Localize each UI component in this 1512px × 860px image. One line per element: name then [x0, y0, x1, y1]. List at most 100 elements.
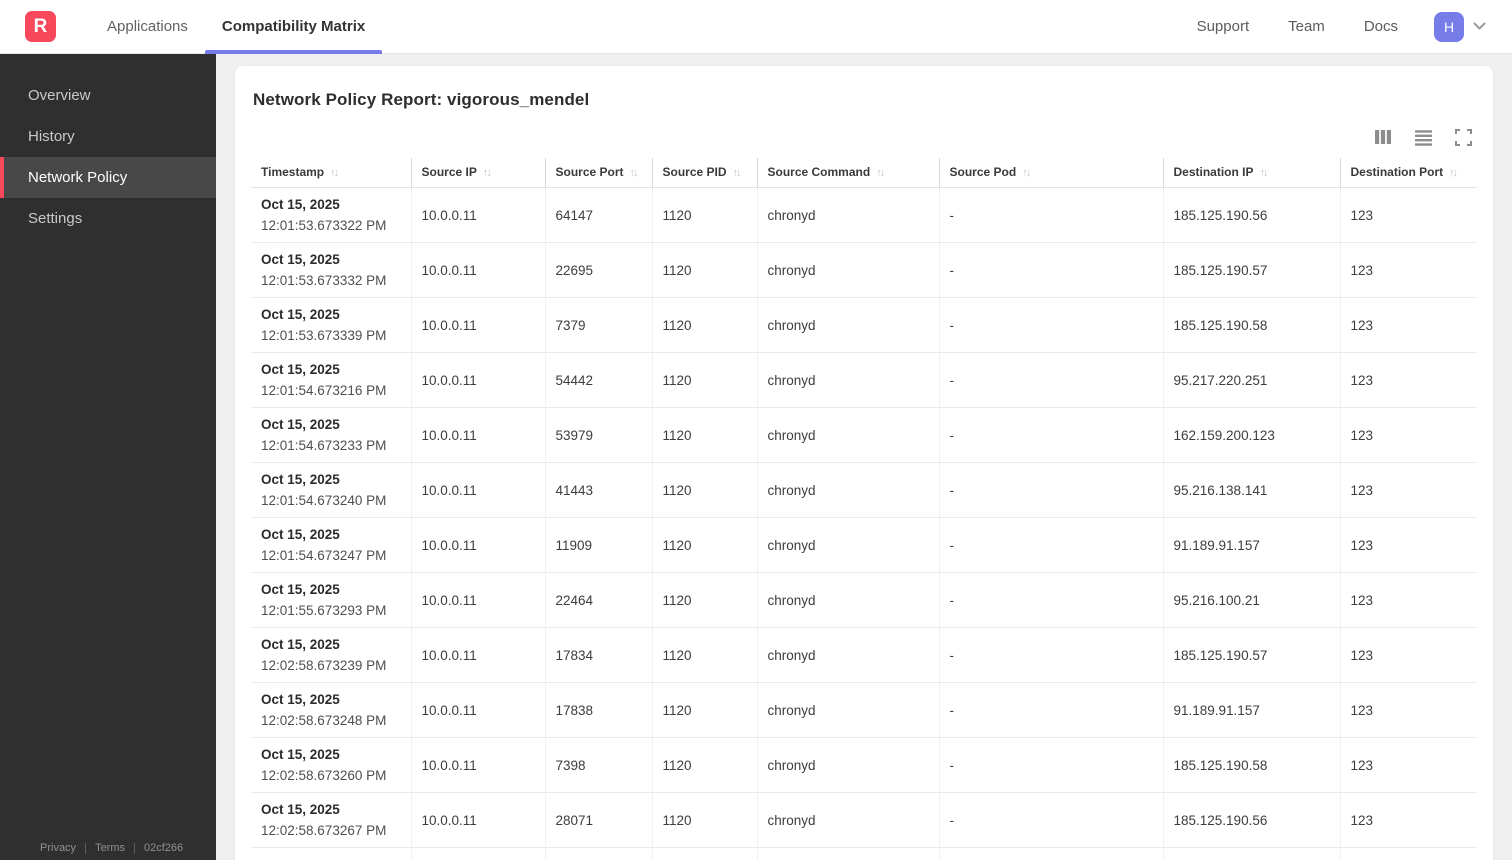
- fullscreen-icon[interactable]: [1455, 128, 1472, 146]
- cell-source-ip: 10.0.0.11: [410, 242, 545, 298]
- column-header-destination-ip[interactable]: Destination IP ↑↓: [1162, 158, 1340, 188]
- cell-source-port: 53979: [544, 407, 652, 463]
- sort-icon[interactable]: ↑↓: [876, 167, 885, 179]
- cell-timestamp: Oct 15, 2025 12:02:58.673260 PM: [251, 737, 411, 793]
- cell-destination-port: 123: [1339, 187, 1477, 243]
- privacy-link[interactable]: Privacy: [40, 842, 76, 854]
- cell-destination-port: 123: [1339, 627, 1477, 683]
- cell-source-ip: [410, 847, 545, 860]
- sort-icon[interactable]: ↑↓: [1260, 167, 1269, 179]
- cell-source-ip: 10.0.0.11: [410, 352, 545, 408]
- cell-source-pid: 1120: [651, 462, 757, 518]
- sidebar-item-settings[interactable]: Settings: [0, 198, 216, 239]
- cell-source-pod: [938, 847, 1163, 860]
- sort-icon[interactable]: ↑↓: [1449, 167, 1458, 179]
- cell-source-pod: -: [938, 517, 1163, 573]
- cell-source-command: chronyd: [756, 407, 939, 463]
- cell-source-ip: 10.0.0.11: [410, 627, 545, 683]
- timestamp-time: 12:02:58.673248 PM: [261, 713, 387, 728]
- sort-icon[interactable]: ↑↓: [733, 167, 742, 179]
- table-row: Oct 15, 2025 12:02:58.673239 PM 10.0.0.1…: [251, 627, 1477, 683]
- timestamp-date: Oct 15, 2025: [261, 362, 340, 377]
- app-logo[interactable]: R: [25, 11, 56, 42]
- timestamp-time: 12:01:55.673293 PM: [261, 603, 387, 618]
- sidebar-item-history[interactable]: History: [0, 116, 216, 157]
- timestamp-time: 12:01:54.673247 PM: [261, 548, 387, 563]
- cell-source-ip: 10.0.0.11: [410, 572, 545, 628]
- cell-source-command: chronyd: [756, 737, 939, 793]
- cell-destination-ip: 91.189.91.157: [1162, 682, 1340, 738]
- cell-source-port: 17834: [544, 627, 652, 683]
- cell-destination-port: 123: [1339, 297, 1477, 353]
- cell-destination-port: 123: [1339, 242, 1477, 298]
- table-row: Oct 15, 2025 12:01:54.673247 PM 10.0.0.1…: [251, 517, 1477, 573]
- support-link[interactable]: Support: [1197, 18, 1250, 35]
- cell-source-port: 7398: [544, 737, 652, 793]
- cell-source-pid: 1120: [651, 572, 757, 628]
- docs-link[interactable]: Docs: [1364, 18, 1398, 35]
- cell-source-command: chronyd: [756, 297, 939, 353]
- column-header-source-pid[interactable]: Source PID ↑↓: [651, 158, 757, 188]
- chevron-down-icon[interactable]: [1471, 18, 1488, 35]
- cell-timestamp: Oct 15, 2025 12:01:55.673293 PM: [251, 572, 411, 628]
- sidebar-item-overview[interactable]: Overview: [0, 75, 216, 116]
- table-row: Oct 15, 2025 12:02:58.673267 PM 10.0.0.1…: [251, 792, 1477, 848]
- column-header-timestamp[interactable]: Timestamp ↑↓: [251, 158, 411, 188]
- column-header-source-pod[interactable]: Source Pod ↑↓: [938, 158, 1163, 188]
- cell-destination-ip: 185.125.190.57: [1162, 242, 1340, 298]
- sort-icon[interactable]: ↑↓: [330, 167, 339, 179]
- cell-destination-port: 123: [1339, 407, 1477, 463]
- column-header-source-command[interactable]: Source Command ↑↓: [756, 158, 939, 188]
- cell-destination-ip: [1162, 847, 1340, 860]
- column-header-source-port[interactable]: Source Port ↑↓: [544, 158, 652, 188]
- cell-timestamp: Oct 15, 2025 12:02:58.673239 PM: [251, 627, 411, 683]
- cell-destination-ip: 185.125.190.56: [1162, 187, 1340, 243]
- cell-timestamp: Oct 15, 2025 12:02:58.673267 PM: [251, 792, 411, 848]
- cell-timestamp: Oct 15, 2025 12:02:58.673248 PM: [251, 682, 411, 738]
- cell-destination-port: 123: [1339, 737, 1477, 793]
- cell-destination-ip: 162.159.200.123: [1162, 407, 1340, 463]
- sort-icon[interactable]: ↑↓: [630, 167, 639, 179]
- cell-destination-port: 123: [1339, 572, 1477, 628]
- user-avatar[interactable]: H: [1434, 11, 1464, 42]
- cell-source-command: chronyd: [756, 462, 939, 518]
- column-header-source-ip[interactable]: Source IP ↑↓: [410, 158, 545, 188]
- rows-icon[interactable]: [1414, 128, 1433, 146]
- terms-link[interactable]: Terms: [95, 842, 125, 854]
- timestamp-date: Oct 15, 2025: [261, 692, 340, 707]
- table-row: Oct 15, 2025 12:01:53.673322 PM 10.0.0.1…: [251, 187, 1477, 243]
- cell-source-command: chronyd: [756, 682, 939, 738]
- timestamp-time: 12:01:53.673332 PM: [261, 273, 387, 288]
- table-row: Oct 15, 2025 12:01:54.673240 PM 10.0.0.1…: [251, 462, 1477, 518]
- cell-source-ip: 10.0.0.11: [410, 187, 545, 243]
- sidebar-footer: Privacy Terms 02cf266: [40, 842, 183, 854]
- utility-links: Support Team Docs: [1197, 18, 1398, 35]
- timestamp-date: Oct 15, 2025: [261, 527, 340, 542]
- timestamp-time: 12:01:54.673240 PM: [261, 493, 387, 508]
- sort-icon[interactable]: ↑↓: [483, 167, 492, 179]
- column-header-destination-port[interactable]: Destination Port ↑↓: [1339, 158, 1477, 188]
- cell-timestamp: Oct 15, 2025 12:01:53.673322 PM: [251, 188, 411, 243]
- cell-source-command: chronyd: [756, 517, 939, 573]
- team-link[interactable]: Team: [1288, 18, 1325, 35]
- cell-source-pod: -: [938, 737, 1163, 793]
- cell-source-pod: -: [938, 462, 1163, 518]
- cell-source-port: 7379: [544, 297, 652, 353]
- columns-icon[interactable]: [1374, 128, 1392, 146]
- cell-source-command: chronyd: [756, 792, 939, 848]
- footer-divider: [85, 842, 87, 854]
- cell-source-port: 11909: [544, 517, 652, 573]
- tab-compatibility-matrix[interactable]: Compatibility Matrix: [204, 0, 383, 54]
- footer-divider: [134, 842, 136, 854]
- table-row: Oct 15, 2025 12:02:58.673248 PM 10.0.0.1…: [251, 682, 1477, 738]
- sidebar-item-network-policy[interactable]: Network Policy: [0, 157, 216, 198]
- table-row: Oct 15, 2025 12:02:58.673260 PM 10.0.0.1…: [251, 737, 1477, 793]
- cell-source-command: chronyd: [756, 352, 939, 408]
- table-row: Oct 15, 2025: [251, 847, 1477, 860]
- sort-icon[interactable]: ↑↓: [1022, 167, 1031, 179]
- network-policy-table: Timestamp ↑↓ Source IP ↑↓ Source Port ↑↓ So…: [251, 158, 1477, 860]
- cell-destination-ip: 95.217.220.251: [1162, 352, 1340, 408]
- report-card: Network Policy Report: vigorous_mendel T…: [235, 66, 1493, 860]
- tab-applications[interactable]: Applications: [90, 0, 205, 54]
- timestamp-time: 12:02:58.673267 PM: [261, 823, 387, 838]
